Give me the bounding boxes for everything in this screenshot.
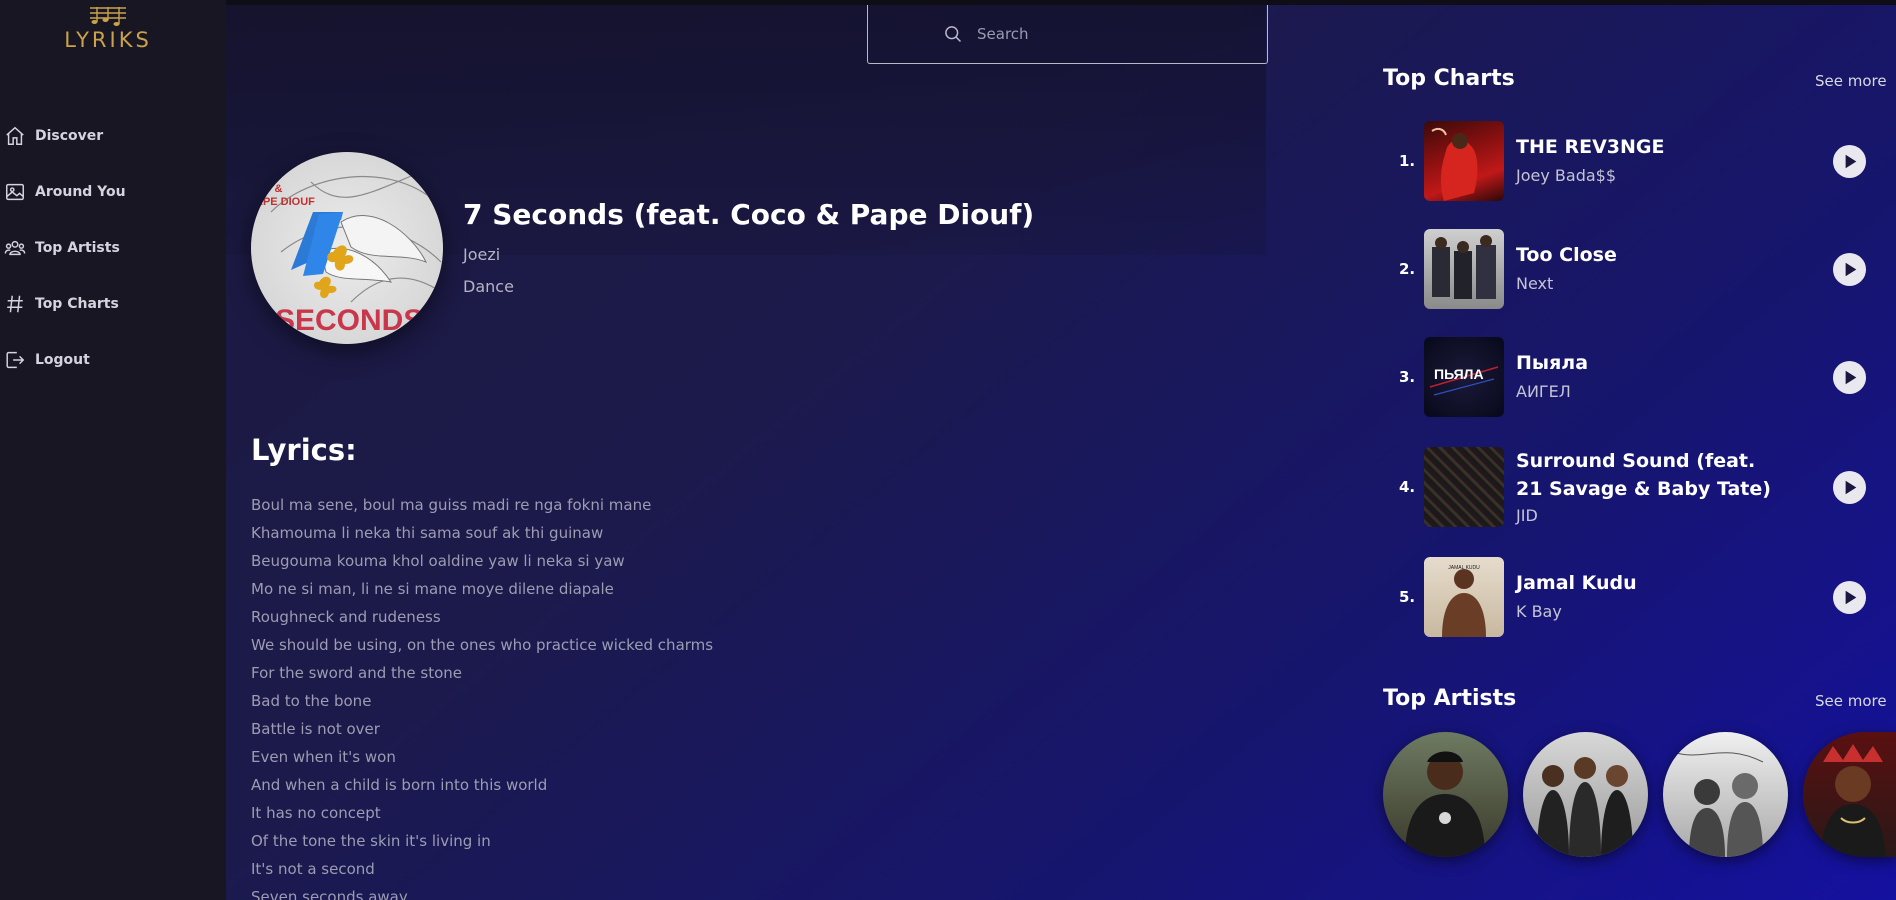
artist-avatar[interactable] <box>1383 732 1508 857</box>
logo-text: LYRIKS <box>64 28 152 52</box>
song-genre: Dance <box>463 277 514 296</box>
lyrics-text: Boul ma sene, boul ma guiss madi re nga … <box>251 491 951 900</box>
song-cover-image: CO & APE DIOUF SECONDS <box>255 171 442 337</box>
app-logo[interactable]: LYRIKS <box>58 4 158 56</box>
sidebar-item-label: Top Artists <box>35 240 120 256</box>
sidebar-nav: Discover Around You Top Artists Top Char… <box>0 122 226 402</box>
chart-track-row[interactable]: 3. ПЬЯЛА Пыяла АИГЕЛ <box>1383 337 1883 417</box>
play-icon[interactable] <box>1832 252 1867 287</box>
track-cover-art <box>1424 447 1504 527</box>
play-icon[interactable] <box>1832 360 1867 395</box>
top-artists-heading: Top Artists <box>1383 686 1517 711</box>
hashtag-icon <box>7 295 23 313</box>
sidebar-item-top-charts[interactable]: Top Charts <box>0 290 226 318</box>
track-title[interactable]: THE REV3NGE <box>1516 133 1776 161</box>
cover-text: ПЬЯЛА <box>1434 366 1484 382</box>
users-icon <box>4 240 26 256</box>
lyric-line: Mo ne si man, li ne si mane moye dilene … <box>251 580 614 598</box>
search-icon <box>945 26 962 43</box>
lyric-line: Of the tone the skin it's living in <box>251 832 491 850</box>
sidebar-item-top-artists[interactable]: Top Artists <box>0 234 226 262</box>
top-charts-heading: Top Charts <box>1383 66 1515 91</box>
track-artist[interactable]: Joey Bada$$ <box>1516 166 1616 185</box>
sidebar-item-label: Logout <box>35 352 90 368</box>
track-rank: 5. <box>1399 588 1416 606</box>
track-cover-art: JAMAL KUDU <box>1424 557 1504 637</box>
sidebar-item-label: Top Charts <box>35 296 119 312</box>
song-title: 7 Seconds (feat. Coco & Pape Diouf) <box>463 198 1035 231</box>
chart-track-row[interactable]: 4. Surround Sound (feat. 21 Savage & Bab… <box>1383 447 1883 527</box>
image-icon <box>6 183 24 201</box>
sidebar-item-label: Around You <box>35 184 126 200</box>
lyric-line: Battle is not over <box>251 720 380 738</box>
cover-text-bottom: SECONDS <box>275 304 423 337</box>
lyric-line: It has no concept <box>251 804 381 822</box>
track-cover-art <box>1424 121 1504 201</box>
sidebar: LYRIKS Discover Around You Top Artists T… <box>0 0 226 900</box>
lyric-line: For the sword and the stone <box>251 664 463 682</box>
song-artist[interactable]: Joezi <box>463 245 500 264</box>
track-title[interactable]: Too Close <box>1516 241 1776 269</box>
play-icon[interactable] <box>1832 470 1867 505</box>
track-rank: 3. <box>1399 368 1416 386</box>
track-cover-art: ПЬЯЛА <box>1424 337 1504 417</box>
track-cover-art <box>1424 229 1504 309</box>
lyric-line: Roughneck and rudeness <box>251 608 441 626</box>
search-input[interactable] <box>977 25 1217 43</box>
track-artist[interactable]: K Bay <box>1516 602 1562 621</box>
track-artist[interactable]: АИГЕЛ <box>1516 382 1571 401</box>
lyric-line: Seven seconds away <box>251 888 408 900</box>
track-rank: 1. <box>1399 152 1416 170</box>
chart-track-row[interactable]: 2. Too Close Next <box>1383 229 1883 309</box>
cover-text-top2: APE DIOUF <box>255 196 315 208</box>
lyric-line: Boul ma sene, boul ma guiss madi re nga … <box>251 496 652 514</box>
top-charts-see-more-link[interactable]: See more <box>1815 72 1887 90</box>
sidebar-item-discover[interactable]: Discover <box>0 122 226 150</box>
track-rank: 4. <box>1399 478 1416 496</box>
lyric-line: Khamouma li neka thi sama souf ak thi gu… <box>251 524 604 542</box>
lyric-line: It's not a second <box>251 860 375 878</box>
home-icon <box>6 126 24 145</box>
cover-text: JAMAL KUDU <box>1448 565 1480 571</box>
sidebar-item-around-you[interactable]: Around You <box>0 178 226 206</box>
sidebar-item-label: Discover <box>35 128 104 144</box>
lyrics-heading: Lyrics: <box>251 433 357 467</box>
play-icon[interactable] <box>1832 580 1867 615</box>
track-rank: 2. <box>1399 260 1416 278</box>
track-title[interactable]: Пыяла <box>1516 349 1776 377</box>
chart-track-row[interactable]: 1. THE REV3NGE Joey Bada$$ <box>1383 121 1883 201</box>
song-cover-art: CO & APE DIOUF SECONDS <box>251 152 443 344</box>
track-title[interactable]: Jamal Kudu <box>1516 569 1776 597</box>
lyric-line: Even when it's won <box>251 748 396 766</box>
track-artist[interactable]: JID <box>1516 506 1538 525</box>
lyric-line: We should be using, on the ones who prac… <box>251 636 714 654</box>
track-artist[interactable]: Next <box>1516 274 1553 293</box>
chart-track-row[interactable]: 5. JAMAL KUDU Jamal Kudu K Bay <box>1383 557 1883 637</box>
lyric-line: And when a child is born into this world <box>251 776 548 794</box>
lyric-line: Beugouma kouma khol oaldine yaw li neka … <box>251 552 625 570</box>
music-notes-icon <box>90 7 126 26</box>
play-icon[interactable] <box>1832 144 1867 179</box>
track-title[interactable]: Surround Sound (feat. 21 Savage & Baby T… <box>1516 447 1776 503</box>
logout-icon <box>6 351 25 369</box>
top-artists-see-more-link[interactable]: See more <box>1815 692 1887 710</box>
sidebar-item-logout[interactable]: Logout <box>0 346 226 374</box>
lyric-line: Bad to the bone <box>251 692 372 710</box>
search-bar[interactable] <box>867 5 1268 64</box>
artist-avatar[interactable] <box>1523 732 1648 857</box>
artist-avatar[interactable] <box>1663 732 1788 857</box>
